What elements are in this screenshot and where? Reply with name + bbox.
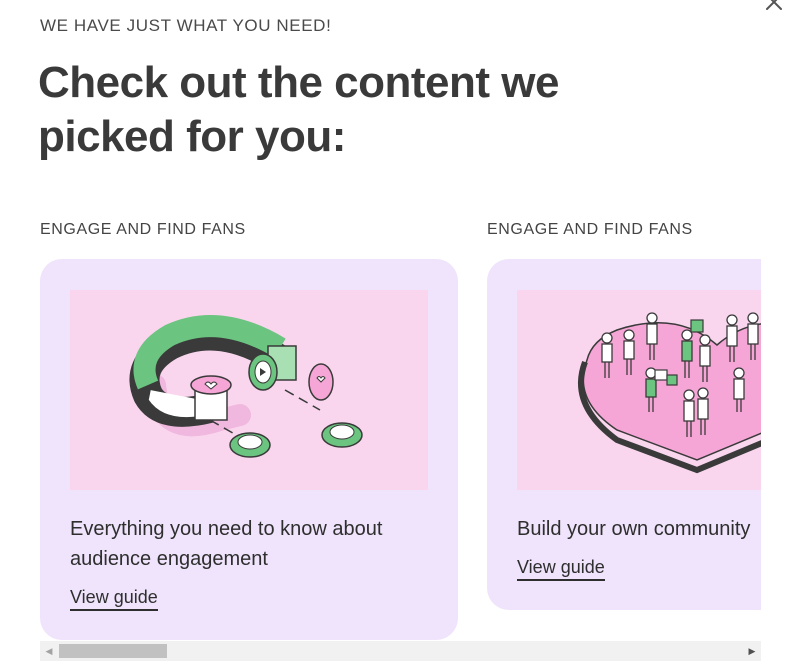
eyebrow-text: WE HAVE JUST WHAT YOU NEED! [40, 16, 332, 35]
content-card[interactable]: Everything you need to know about audien… [40, 259, 458, 640]
page-title: Check out the content we picked for you: [38, 58, 559, 161]
card-category: ENGAGE AND FIND FANS [40, 221, 246, 238]
scroll-left-button[interactable]: ◀ [40, 641, 58, 661]
close-icon [766, 0, 782, 10]
scroll-right-icon: ▶ [748, 645, 756, 656]
content-card[interactable]: Build your own community View guide [487, 259, 761, 610]
horizontal-scrollbar[interactable]: ◀ ▶ [40, 641, 761, 661]
content-carousel: ENGAGE AND FIND FANS Everything you need… [0, 200, 761, 660]
scroll-right-button[interactable]: ▶ [743, 641, 761, 661]
scroll-left-icon: ◀ [45, 645, 53, 656]
view-guide-link[interactable]: View guide [70, 587, 158, 611]
scrollbar-thumb[interactable] [59, 644, 167, 658]
magnet-illustration [70, 290, 428, 490]
view-guide-link[interactable]: View guide [517, 557, 605, 581]
card-column-2: ENGAGE AND FIND FANS Build your own comm… [487, 200, 761, 610]
close-button[interactable] [762, 0, 786, 14]
card-column-1: ENGAGE AND FIND FANS Everything you need… [40, 200, 458, 640]
card-title: Everything you need to know about audien… [70, 518, 383, 570]
card-category: ENGAGE AND FIND FANS [487, 221, 693, 238]
community-heart-illustration [517, 290, 761, 490]
card-title: Build your own community [517, 518, 751, 540]
